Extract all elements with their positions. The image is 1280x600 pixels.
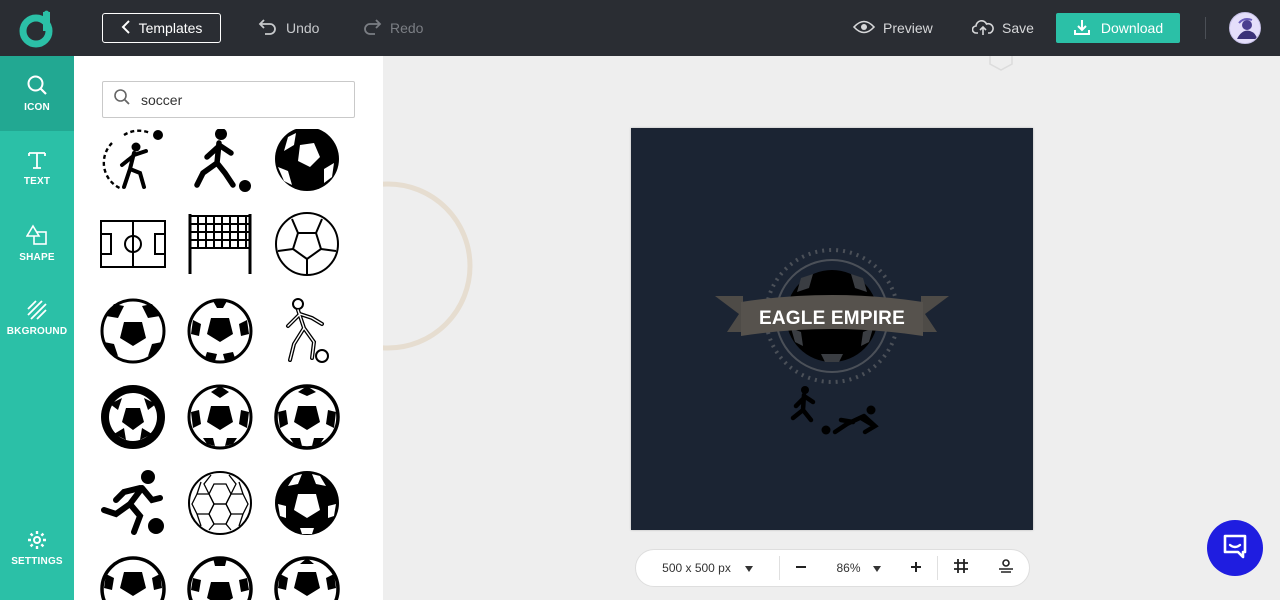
download-icon xyxy=(1073,18,1091,39)
user-avatar[interactable] xyxy=(1229,12,1261,44)
undo-button[interactable]: Undo xyxy=(258,16,319,40)
undo-icon xyxy=(258,18,278,39)
canvas-controls: 500 x 500 px 86% xyxy=(635,549,1030,587)
background-icon xyxy=(27,300,47,320)
soccer-ball-icon[interactable] xyxy=(272,468,342,538)
top-toolbar: Templates Undo Redo Preview Save Downloa… xyxy=(0,0,1280,56)
hexagon-shape xyxy=(989,56,1013,71)
sidebar-item-label: ICON xyxy=(24,102,50,113)
decorative-ring xyxy=(383,181,473,351)
caret-down-icon xyxy=(744,561,753,575)
sidebar-item-settings[interactable]: SETTINGS xyxy=(0,511,74,586)
soccer-ball-icon[interactable] xyxy=(98,296,168,366)
download-button[interactable]: Download xyxy=(1056,13,1180,43)
align-icon[interactable] xyxy=(998,558,1014,579)
redo-label: Redo xyxy=(390,20,424,36)
eye-icon xyxy=(852,20,876,37)
canvas-tools xyxy=(938,558,1029,579)
player-outline-icon[interactable] xyxy=(272,296,342,366)
player-running-ball-icon[interactable] xyxy=(98,468,168,538)
sidebar-item-shape[interactable]: SHAPE xyxy=(0,206,74,281)
canvas-workspace[interactable]: EAGLE EMPIRE 500 x 500 px 86% xyxy=(383,56,1280,600)
text-icon xyxy=(27,150,47,170)
soccer-ball-hex-outline-icon[interactable] xyxy=(185,468,255,538)
gear-icon xyxy=(27,530,47,550)
soccer-ball-icon[interactable] xyxy=(98,382,168,452)
shape-icon xyxy=(26,224,48,246)
chat-widget-button[interactable] xyxy=(1207,520,1263,576)
goal-net-icon[interactable] xyxy=(185,209,255,279)
soccer-ball-icon[interactable] xyxy=(185,382,255,452)
soccer-ball-outline-icon[interactable] xyxy=(272,209,342,279)
cloud-upload-icon xyxy=(971,18,994,39)
icon-panel xyxy=(74,56,383,600)
soccer-ball-icon[interactable] xyxy=(272,126,342,196)
sidebar-item-background[interactable]: BKGROUND xyxy=(0,281,74,356)
canvas-size-label: 500 x 500 px xyxy=(662,561,731,575)
zoom-level-select[interactable]: 86% xyxy=(836,561,881,575)
zoom-level-label: 86% xyxy=(836,561,861,575)
preview-label: Preview xyxy=(883,20,933,36)
download-label: Download xyxy=(1100,20,1164,36)
templates-button[interactable]: Templates xyxy=(102,13,221,43)
sidebar-item-text[interactable]: TEXT xyxy=(0,131,74,206)
icon-search-input[interactable] xyxy=(141,91,341,108)
undo-label: Undo xyxy=(286,20,320,36)
zoom-controls: 86% xyxy=(780,561,937,576)
design-canvas[interactable]: EAGLE EMPIRE xyxy=(631,128,1033,530)
badge-title-text[interactable]: EAGLE EMPIRE xyxy=(631,308,1033,330)
redo-button[interactable]: Redo xyxy=(362,16,423,40)
search-icon xyxy=(113,88,131,111)
zoom-out-button[interactable] xyxy=(795,561,807,576)
soccer-ball-icon[interactable] xyxy=(98,554,168,600)
redo-icon xyxy=(362,18,382,39)
left-sidebar: ICON TEXT SHAPE BKGROUND SETTINGS xyxy=(0,56,74,600)
sidebar-item-label: BKGROUND xyxy=(6,326,68,337)
soccer-ball-icon[interactable] xyxy=(185,296,255,366)
player-kicking-ball-arc-icon[interactable] xyxy=(98,126,168,196)
sidebar-item-label: SETTINGS xyxy=(11,556,63,567)
soccer-ball-icon[interactable] xyxy=(185,554,255,600)
icon-search-box[interactable] xyxy=(102,81,355,118)
search-icon xyxy=(26,74,48,96)
chat-icon xyxy=(1221,532,1249,565)
sidebar-item-icon[interactable]: ICON xyxy=(0,56,74,131)
templates-label: Templates xyxy=(138,20,203,36)
preview-button[interactable]: Preview xyxy=(852,16,933,40)
canvas-size-select[interactable]: 500 x 500 px xyxy=(636,561,779,575)
sidebar-item-label: TEXT xyxy=(23,176,51,187)
save-button[interactable]: Save xyxy=(971,16,1034,40)
chevron-left-icon xyxy=(121,19,131,37)
zoom-in-button[interactable] xyxy=(910,561,922,576)
caret-down-icon xyxy=(872,561,881,575)
grid-icon[interactable] xyxy=(953,558,969,579)
sidebar-item-label: SHAPE xyxy=(19,252,55,263)
soccer-ball-icon[interactable] xyxy=(272,554,342,600)
soccer-field-icon[interactable] xyxy=(98,209,168,279)
soccer-ball-icon[interactable] xyxy=(272,382,342,452)
app-logo[interactable] xyxy=(16,10,56,50)
toolbar-divider xyxy=(1205,17,1206,39)
player-dribbling-icon[interactable] xyxy=(185,126,255,196)
save-label: Save xyxy=(1002,20,1034,36)
